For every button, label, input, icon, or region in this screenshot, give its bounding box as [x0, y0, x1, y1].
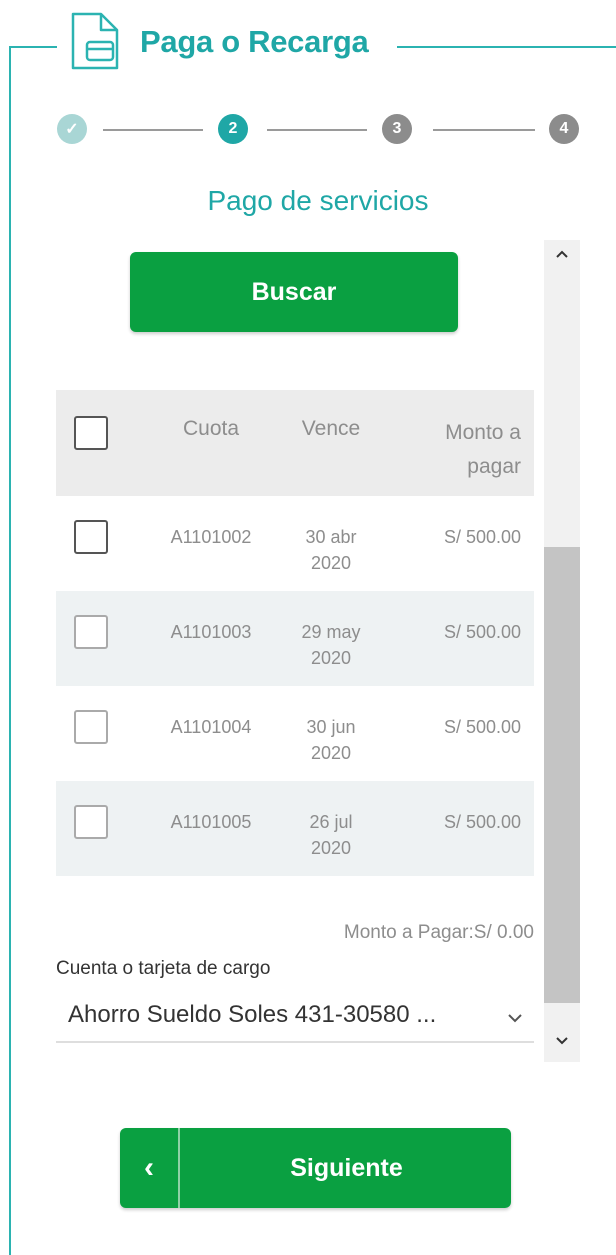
- frame-top-border: [9, 46, 57, 48]
- scrollbar-thumb[interactable]: [544, 547, 580, 1003]
- step-4: 4: [549, 114, 579, 144]
- step-2-active: 2: [218, 114, 248, 144]
- monto-cell: S/ 500.00: [443, 527, 521, 547]
- chevron-down-icon: [503, 1005, 527, 1029]
- section-title: Pago de servicios: [207, 185, 429, 216]
- monto-cell: S/ 500.00: [443, 622, 521, 642]
- step-connector: [433, 129, 535, 131]
- next-button-group: ‹ Siguiente: [120, 1128, 511, 1208]
- scroll-up-icon[interactable]: [548, 244, 576, 272]
- column-header-monto: Monto a pagar: [445, 421, 521, 478]
- back-button[interactable]: ‹: [120, 1128, 180, 1208]
- step-number: 2: [228, 120, 238, 137]
- account-value: Ahorro Sueldo Soles 431-30580 ...: [68, 1001, 437, 1028]
- account-select[interactable]: Ahorro Sueldo Soles 431-30580 ...: [56, 993, 534, 1043]
- step-connector: [103, 129, 203, 131]
- check-icon: ✓: [65, 121, 79, 138]
- step-3: 3: [382, 114, 412, 144]
- account-label: Cuenta o tarjeta de cargo: [56, 958, 271, 979]
- stepper: ✓ 2 3 4: [57, 112, 579, 146]
- page-title: Paga o Recarga: [140, 24, 369, 59]
- column-header-vence: Vence: [301, 417, 361, 440]
- monto-cell: S/ 500.00: [443, 717, 521, 737]
- frame-left-border: [9, 47, 11, 1255]
- cuota-cell: A1101004: [170, 717, 252, 737]
- scroll-down-icon[interactable]: [548, 1030, 576, 1058]
- column-header-cuota: Cuota: [182, 417, 240, 440]
- cuota-cell: A1101005: [170, 812, 252, 832]
- search-button[interactable]: Buscar: [130, 252, 458, 332]
- step-number: 4: [559, 120, 569, 137]
- document-card-icon: [67, 10, 123, 72]
- row-checkbox[interactable]: [74, 710, 108, 744]
- table-row[interactable]: A1101002 30 abr 2020 S/ 500.00: [56, 496, 534, 591]
- next-button[interactable]: Siguiente: [182, 1128, 511, 1208]
- table-row[interactable]: A1101005 26 jul 2020 S/ 500.00: [56, 781, 534, 876]
- row-checkbox[interactable]: [74, 805, 108, 839]
- frame-top-border: [397, 46, 616, 48]
- row-checkbox[interactable]: [74, 520, 108, 554]
- row-checkbox[interactable]: [74, 615, 108, 649]
- monto-cell: S/ 500.00: [443, 812, 521, 832]
- chevron-left-icon: ‹: [144, 1151, 154, 1184]
- total-amount: Monto a Pagar:S/ 0.00: [343, 922, 534, 943]
- select-all-checkbox[interactable]: [74, 416, 108, 450]
- step-number: 3: [392, 120, 402, 137]
- table-header: Cuota Vence Monto a pagar: [56, 390, 534, 496]
- table-row[interactable]: A1101004 30 jun 2020 S/ 500.00: [56, 686, 534, 781]
- step-connector: [267, 129, 367, 131]
- cuota-cell: A1101002: [170, 527, 252, 547]
- installments-table: Cuota Vence Monto a pagar A1101002 30 ab…: [56, 390, 534, 876]
- step-1-done: ✓: [57, 114, 87, 144]
- vence-cell: 26 jul 2020: [309, 812, 353, 858]
- vence-cell: 29 may 2020: [301, 622, 361, 668]
- table-row[interactable]: A1101003 29 may 2020 S/ 500.00: [56, 591, 534, 686]
- vence-cell: 30 jun 2020: [306, 717, 356, 763]
- vence-cell: 30 abr 2020: [305, 527, 357, 573]
- cuota-cell: A1101003: [170, 622, 252, 642]
